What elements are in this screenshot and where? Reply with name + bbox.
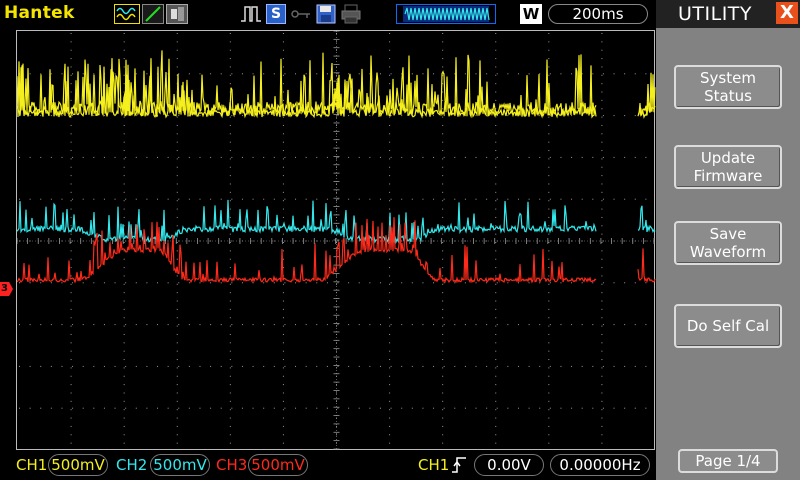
waveform-canvas <box>17 31 656 451</box>
button-label-line1: Update <box>700 149 756 167</box>
ch1-scale[interactable]: 500mV <box>48 454 108 476</box>
ch2-scale[interactable]: 500mV <box>150 454 210 476</box>
pulse-icon[interactable] <box>240 4 262 24</box>
button-label-line2: Waveform <box>689 243 767 261</box>
ch3-label: CH3 <box>216 456 248 474</box>
brand-logo: Hantek <box>4 3 75 23</box>
waveform-display[interactable] <box>16 30 656 451</box>
print-icon[interactable] <box>340 4 362 24</box>
timebase-readout[interactable]: 200ms <box>548 4 648 24</box>
trigger-frequency: 0.00000Hz <box>550 454 650 476</box>
button-label-line1: Do Self Cal <box>686 317 770 335</box>
button-label-line2: Firmware <box>693 167 763 185</box>
system-status-button[interactable]: System Status <box>674 65 782 109</box>
do-self-cal-button[interactable]: Do Self Cal <box>674 304 782 348</box>
waveform-mode-icon[interactable] <box>114 4 140 24</box>
ch3-level-marker[interactable]: 3 <box>0 282 13 296</box>
update-firmware-button[interactable]: Update Firmware <box>674 145 782 189</box>
persistence-icon[interactable] <box>166 4 188 24</box>
trigger-source: CH1 <box>418 456 450 474</box>
trigger-level[interactable]: 0.00V <box>474 454 544 476</box>
memory-depth-icon[interactable] <box>396 4 496 24</box>
save-icon[interactable] <box>316 4 336 24</box>
top-status-bar: Hantek S W 200ms <box>0 0 656 28</box>
utility-menu-panel: UTILITY X System Status Update Firmware … <box>656 0 800 480</box>
key-icon[interactable] <box>290 4 312 24</box>
rising-edge-icon <box>451 456 467 478</box>
button-label-line2: Status <box>704 87 752 105</box>
bottom-status-bar: CH1 500mV CH2 500mV CH3 500mV CH1 0.00V … <box>0 450 656 480</box>
page-indicator-button[interactable]: Page 1/4 <box>678 449 778 473</box>
ch1-label: CH1 <box>16 456 48 474</box>
line-display-icon[interactable] <box>142 4 164 24</box>
button-label-line1: Save <box>709 225 747 243</box>
save-waveform-button[interactable]: Save Waveform <box>674 221 782 265</box>
button-label-line1: System <box>700 69 756 87</box>
ch2-label: CH2 <box>116 456 148 474</box>
close-icon[interactable]: X <box>776 2 798 24</box>
ch3-scale[interactable]: 500mV <box>248 454 308 476</box>
run-mode-w-icon[interactable]: W <box>520 4 542 24</box>
s-icon[interactable]: S <box>266 4 286 24</box>
